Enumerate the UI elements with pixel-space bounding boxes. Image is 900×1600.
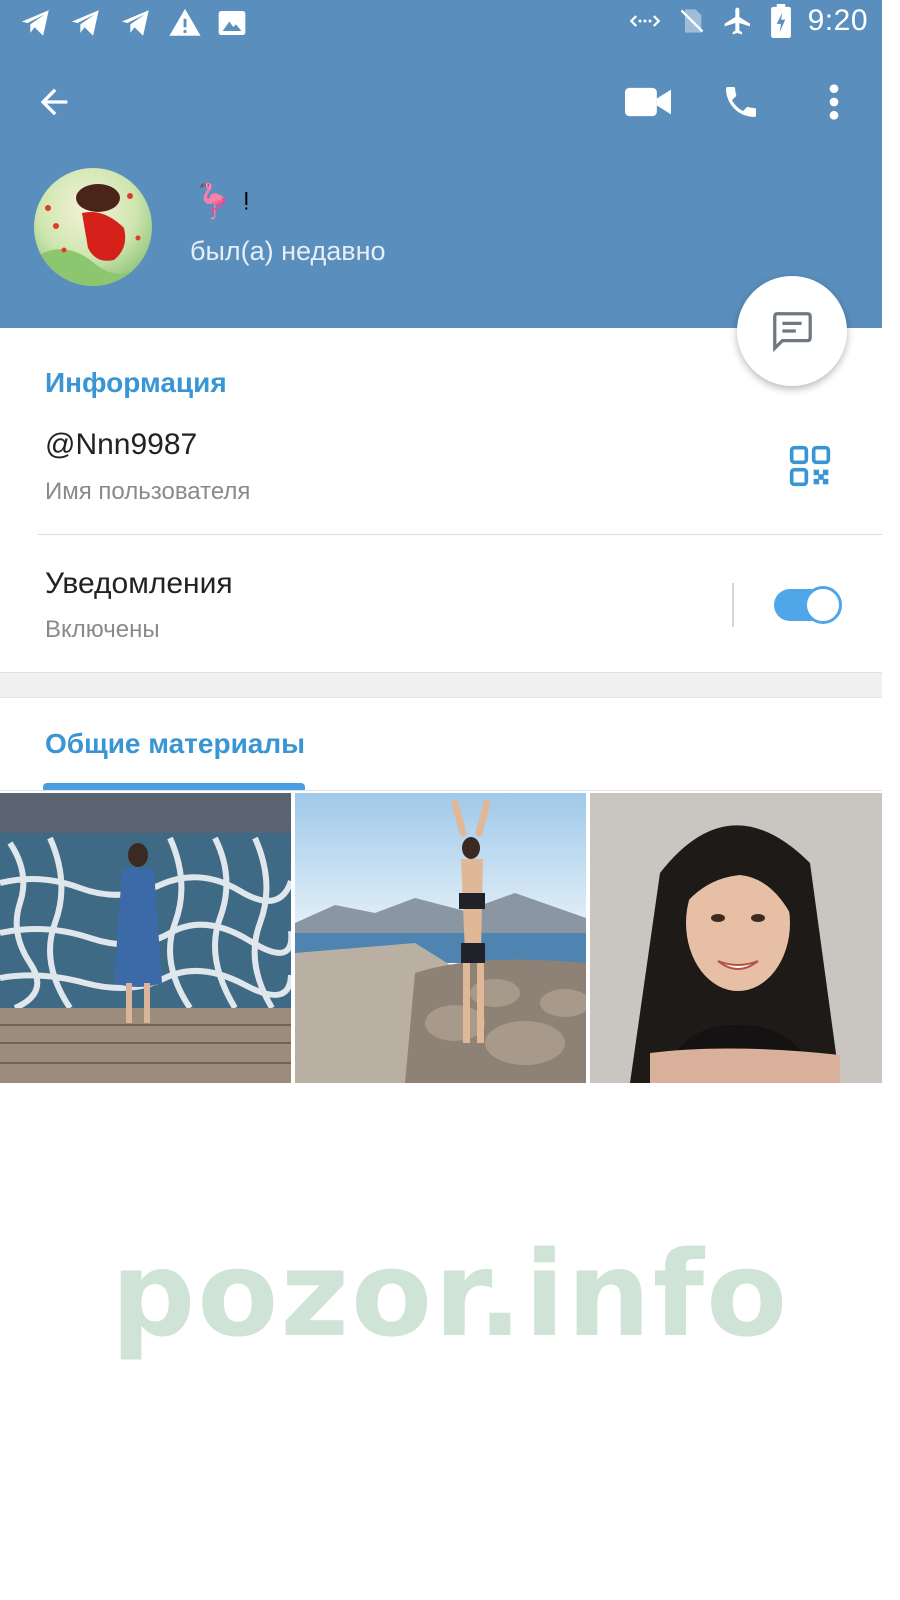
tab-shared-media[interactable]: Общие материалы [45, 728, 305, 760]
battery-charging-icon [770, 4, 791, 38]
no-sim-icon [680, 9, 703, 33]
media-thumbnail[interactable] [295, 793, 586, 1083]
avatar-image [34, 168, 152, 286]
image-icon [218, 11, 246, 35]
more-vert-icon [829, 84, 839, 120]
phone-icon [726, 87, 756, 117]
info-section-title: Информация [45, 367, 227, 398]
avatar[interactable] [34, 168, 152, 286]
send-message-button[interactable] [737, 276, 847, 386]
warning-icon [169, 8, 201, 36]
video-call-icon [625, 87, 671, 117]
more-button[interactable] [812, 78, 856, 126]
username-label: Имя пользователя [45, 478, 251, 505]
notifications-label: Уведомления [45, 567, 233, 600]
airplane-icon [724, 7, 750, 35]
call-button[interactable] [716, 78, 766, 126]
qr-code-icon [789, 445, 831, 487]
watermark: pozor.info [110, 1225, 790, 1363]
username-value: @Nnn9987 [45, 428, 198, 461]
toggle-thumb [804, 586, 842, 624]
vertical-separator [732, 583, 734, 627]
tab-divider [0, 790, 882, 791]
arrow-left-icon [40, 88, 68, 116]
divider [38, 534, 882, 535]
section-gap [0, 672, 882, 698]
profile-header: 9:20 🦩 ᵎ был(а) недавно [0, 0, 882, 328]
media-thumbnail[interactable] [0, 793, 291, 1083]
qr-code-button[interactable] [788, 444, 836, 492]
data-saver-icon [629, 15, 660, 27]
back-button[interactable] [30, 78, 78, 126]
telegram-icon [71, 10, 99, 36]
media-thumbnail[interactable] [590, 793, 882, 1083]
telegram-icon [121, 10, 149, 36]
system-icons: 9:20 [628, 4, 868, 38]
last-seen-status: был(а) недавно [190, 236, 386, 266]
message-icon [773, 312, 812, 353]
telegram-icon [21, 10, 49, 36]
clock: 9:20 [807, 4, 868, 37]
notifications-state: Включены [45, 616, 160, 643]
notification-icons [18, 6, 248, 40]
video-call-button[interactable] [620, 78, 676, 126]
profile-name: 🦩 ᵎ [192, 183, 250, 221]
status-bar: 9:20 [0, 0, 882, 48]
